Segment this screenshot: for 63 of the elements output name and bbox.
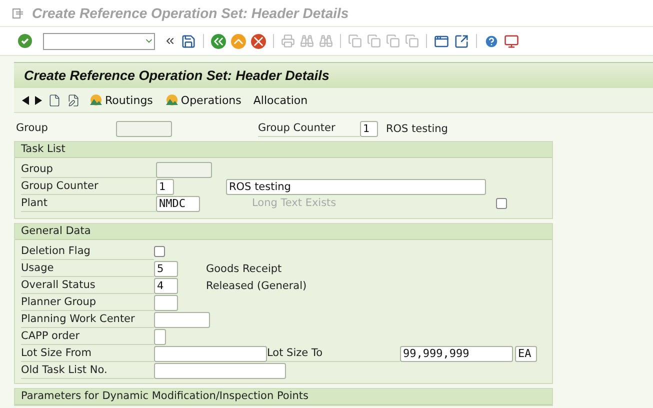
field-label: Old Task List No. <box>21 362 154 378</box>
input-field[interactable] <box>116 120 172 136</box>
input-field[interactable]: EA <box>515 346 537 362</box>
field-label: Long Text Exists <box>252 196 338 211</box>
landscape-icon <box>164 94 179 106</box>
screen-title: Create Reference Operation Set: Header Details <box>24 68 330 83</box>
print-icon[interactable] <box>281 34 295 48</box>
help-icon[interactable] <box>484 34 499 48</box>
field-label: Planning Work Center <box>21 312 154 328</box>
edit-document-icon[interactable] <box>67 94 80 106</box>
input-field[interactable] <box>154 312 210 328</box>
exit-icon[interactable] <box>231 34 246 48</box>
field-label: CAPP order <box>21 328 154 344</box>
input-field[interactable]: 1 <box>156 178 174 194</box>
new-session-icon[interactable] <box>434 34 449 48</box>
section-title: Parameters for Dynamic Modification/Inspection Points <box>15 389 552 405</box>
operations-button[interactable]: Operations <box>162 94 244 106</box>
next-arrow-icon[interactable] <box>35 96 42 104</box>
back-icon[interactable] <box>211 34 226 48</box>
description-text: Released (General) <box>206 280 307 292</box>
enter-check-icon[interactable] <box>18 34 32 48</box>
field-label: Plant <box>21 196 156 212</box>
shortcut-icon[interactable] <box>454 34 469 48</box>
routings-button[interactable]: Routings <box>86 94 156 106</box>
input-field[interactable] <box>154 362 286 378</box>
section-title: General Data <box>15 224 552 240</box>
input-field[interactable]: 5 <box>154 260 178 276</box>
document-icon[interactable] <box>48 94 61 106</box>
input-field[interactable] <box>154 294 178 310</box>
window-title: Create Reference Operation Set: Header Details <box>32 5 349 21</box>
find-icon[interactable] <box>300 34 314 48</box>
menu-icon[interactable] <box>12 8 24 18</box>
landscape-icon <box>89 94 103 106</box>
field-label: Group <box>21 162 156 178</box>
input-field[interactable]: 1 <box>360 120 378 136</box>
save-icon[interactable] <box>181 34 196 48</box>
input-field[interactable]: NMDC <box>156 196 200 212</box>
field-label: Group <box>16 121 49 136</box>
description-text: ROS testing <box>386 122 448 134</box>
checkbox[interactable] <box>496 198 507 209</box>
field-label: Group Counter <box>21 178 156 194</box>
monitor-icon[interactable] <box>504 34 519 48</box>
field-label: Usage <box>21 260 154 276</box>
input-field[interactable] <box>154 346 267 362</box>
field-label: Deletion Flag <box>21 244 154 260</box>
section-title: Task List <box>15 142 552 158</box>
field-label: Lot Size From <box>21 346 154 362</box>
field-label: Planner Group <box>21 294 154 310</box>
checkbox[interactable] <box>154 246 165 257</box>
input-field[interactable] <box>154 328 166 344</box>
input-field[interactable]: 4 <box>154 278 178 294</box>
input-field[interactable]: ROS testing <box>226 178 486 194</box>
find-next-icon[interactable] <box>319 34 333 48</box>
allocation-button[interactable]: Allocation <box>250 94 311 106</box>
collapse-icon[interactable] <box>164 35 176 47</box>
command-field[interactable] <box>43 32 155 50</box>
field-label: Lot Size To <box>267 346 400 362</box>
input-field[interactable] <box>156 162 212 178</box>
previous-arrow-icon[interactable] <box>22 96 29 104</box>
description-text: Goods Receipt <box>206 262 282 274</box>
cancel-icon[interactable] <box>251 34 266 48</box>
input-field[interactable]: 99,999,999 <box>400 346 513 362</box>
field-label: Overall Status <box>21 278 154 294</box>
